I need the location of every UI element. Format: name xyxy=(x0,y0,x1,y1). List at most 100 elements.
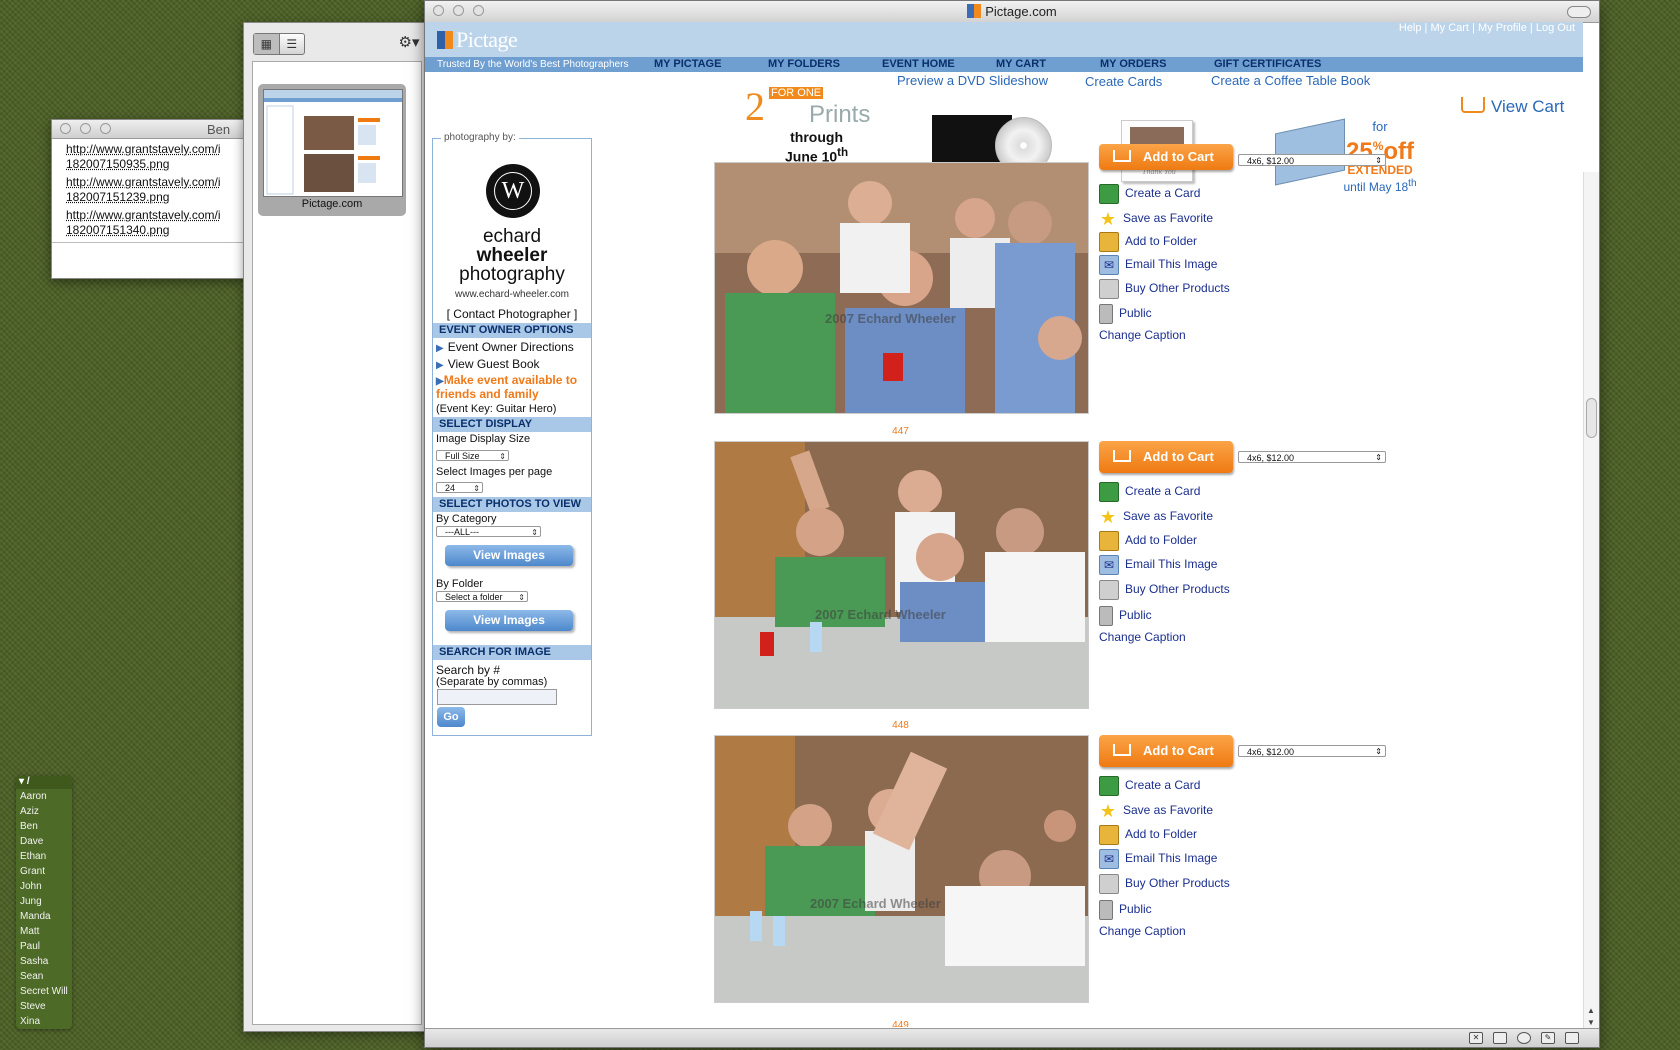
list-item[interactable]: Aziz xyxy=(20,804,72,819)
view-cart-link[interactable]: View Cart xyxy=(1461,97,1564,117)
save-favorite-link[interactable]: ★ Save as Favorite xyxy=(1099,208,1213,228)
change-caption-link[interactable]: Change Caption xyxy=(1099,924,1186,938)
create-card-link[interactable]: Create a Card xyxy=(1099,481,1200,502)
go-button[interactable]: Go xyxy=(437,707,465,727)
event-photo[interactable]: 2007 Echard Wheeler xyxy=(714,735,1089,1003)
add-folder-link[interactable]: Add to Folder xyxy=(1099,231,1197,252)
list-item[interactable]: Sasha xyxy=(20,954,72,969)
promo-book-link[interactable]: Create a Coffee Table Book xyxy=(1211,73,1370,88)
list-item[interactable]: Grant xyxy=(20,864,72,879)
list-item[interactable]: Secret Will xyxy=(20,984,72,999)
photographer-url[interactable]: www.echard-wheeler.com xyxy=(433,289,591,300)
minimize-icon[interactable] xyxy=(80,123,91,134)
display-size-select[interactable]: Full Size ⇕ xyxy=(436,450,509,461)
print-size-select[interactable]: 4x6, $12.00 ⇕ xyxy=(1238,451,1386,463)
add-to-cart-button[interactable]: Add to Cart xyxy=(1099,144,1233,170)
change-caption-link[interactable]: Change Caption xyxy=(1099,328,1186,342)
list-item[interactable]: Steve xyxy=(20,999,72,1014)
scroll-down-icon[interactable]: ▼ xyxy=(1587,1018,1595,1027)
list-item[interactable]: Sean xyxy=(20,969,72,984)
site-logo[interactable]: Pictage xyxy=(437,27,518,53)
event-photo[interactable]: 2007 Echard Wheeler xyxy=(714,162,1089,414)
icon-view-icon[interactable]: ▦ xyxy=(254,34,280,54)
print-size-select[interactable]: 4x6, $12.00 ⇕ xyxy=(1238,154,1386,166)
add-to-cart-button[interactable]: Add to Cart xyxy=(1099,735,1233,767)
save-favorite-link[interactable]: ★ Save as Favorite xyxy=(1099,800,1213,820)
view-images-button[interactable]: View Images xyxy=(445,545,573,566)
change-caption-link[interactable]: Change Caption xyxy=(1099,630,1186,644)
email-image-link[interactable]: ✉ Email This Image xyxy=(1099,554,1217,575)
view-toggle[interactable]: ▦ ☰ xyxy=(253,33,305,55)
add-folder-link[interactable]: Add to Folder xyxy=(1099,824,1197,845)
list-item[interactable]: Ethan xyxy=(20,849,72,864)
list-item[interactable]: Aaron xyxy=(20,789,72,804)
view-guest-book-link[interactable]: ▶ View Guest Book xyxy=(436,357,540,371)
folder-select[interactable]: Select a folder ⇕ xyxy=(436,591,528,602)
nav-my-orders[interactable]: MY ORDERS xyxy=(1100,57,1166,72)
add-folder-link[interactable]: Add to Folder xyxy=(1099,530,1197,551)
nav-my-pictage[interactable]: MY PICTAGE xyxy=(654,57,721,72)
close-icon[interactable] xyxy=(60,123,71,134)
gear-icon[interactable]: ⚙▾ xyxy=(396,33,422,53)
public-link[interactable]: Public xyxy=(1099,605,1152,626)
log-out-link[interactable]: Log Out xyxy=(1536,22,1575,34)
email-image-link[interactable]: ✉ Email This Image xyxy=(1099,848,1217,869)
names-header[interactable]: ▾ / xyxy=(16,776,72,789)
globe-icon[interactable] xyxy=(1517,1032,1531,1044)
list-item[interactable]: Dave xyxy=(20,834,72,849)
buy-products-link[interactable]: Buy Other Products xyxy=(1099,873,1230,894)
email-image-link[interactable]: ✉ Email This Image xyxy=(1099,254,1217,275)
nav-my-cart[interactable]: MY CART xyxy=(996,57,1046,72)
link-item[interactable]: http://www.grantstavely.com/i 1820071509… xyxy=(66,142,241,172)
list-item[interactable]: John xyxy=(20,879,72,894)
promo-prints[interactable]: 2 FOR ONE Prints through June 10th xyxy=(745,79,880,169)
create-card-link[interactable]: Create a Card xyxy=(1099,183,1200,204)
list-item[interactable]: Ben xyxy=(20,819,72,834)
promo-dvd-link[interactable]: Preview a DVD Slideshow xyxy=(897,73,1048,88)
zoom-icon[interactable] xyxy=(100,123,111,134)
list-item[interactable]: Manda xyxy=(20,909,72,924)
make-event-available-link[interactable]: ▶Make event available to friends and fam… xyxy=(436,374,586,401)
my-cart-link[interactable]: My Cart xyxy=(1430,22,1469,34)
list-view-icon[interactable]: ☰ xyxy=(280,34,305,54)
event-owner-directions-link[interactable]: ▶ Event Owner Directions xyxy=(436,340,574,354)
list-item[interactable]: Jung xyxy=(20,894,72,909)
buy-products-link[interactable]: Buy Other Products xyxy=(1099,579,1230,600)
nav-gift-certificates[interactable]: GIFT CERTIFICATES xyxy=(1214,57,1321,72)
products-icon xyxy=(1099,579,1119,600)
view-images-folder-button[interactable]: View Images xyxy=(445,610,573,631)
nav-my-folders[interactable]: MY FOLDERS xyxy=(768,57,840,72)
add-to-cart-button[interactable]: Add to Cart xyxy=(1099,441,1233,473)
my-profile-link[interactable]: My Profile xyxy=(1478,22,1527,34)
category-select[interactable]: ---ALL--- ⇕ xyxy=(436,526,541,537)
promo-cards-link[interactable]: Create Cards xyxy=(1085,74,1162,89)
edit-icon[interactable]: ✎ xyxy=(1541,1032,1555,1044)
nav-event-home[interactable]: EVENT HOME xyxy=(882,57,955,72)
public-link[interactable]: Public xyxy=(1099,303,1152,324)
list-item[interactable]: Matt xyxy=(20,924,72,939)
per-page-select[interactable]: 24 ⇕ xyxy=(436,482,483,493)
scroll-up-icon[interactable]: ▲ xyxy=(1587,1006,1595,1015)
window-icon[interactable] xyxy=(1493,1032,1507,1044)
save-favorite-link[interactable]: ★ Save as Favorite xyxy=(1099,506,1213,526)
toolbar-toggle-button[interactable] xyxy=(1567,6,1591,18)
search-input[interactable] xyxy=(437,689,557,705)
create-card-link[interactable]: Create a Card xyxy=(1099,775,1200,796)
print-size-select[interactable]: 4x6, $12.00 ⇕ xyxy=(1238,745,1386,757)
help-link[interactable]: Help xyxy=(1399,22,1422,34)
category-label: By Category xyxy=(436,513,497,525)
event-photo[interactable]: 2007 Echard Wheeler xyxy=(714,441,1089,709)
scrollbar-thumb[interactable] xyxy=(1586,398,1597,438)
link-item[interactable]: http://www.grantstavely.com/i 1820071512… xyxy=(66,175,241,205)
arrow-right-icon: ▶ xyxy=(436,376,444,387)
thumbnail-item[interactable]: Pictage.com xyxy=(258,84,406,216)
link-item[interactable]: http://www.grantstavely.com/i 1820071513… xyxy=(66,208,241,238)
list-item[interactable]: Xina xyxy=(20,1014,72,1029)
contact-photographer-link[interactable]: [ Contact Photographer ] xyxy=(433,307,591,321)
resize-icon[interactable] xyxy=(1565,1032,1579,1044)
buy-products-link[interactable]: Buy Other Products xyxy=(1099,278,1230,299)
block-icon[interactable]: ✕ xyxy=(1469,1032,1483,1044)
vertical-scrollbar[interactable]: ▲ ▼ xyxy=(1583,172,1599,1029)
public-link[interactable]: Public xyxy=(1099,899,1152,920)
list-item[interactable]: Paul xyxy=(20,939,72,954)
